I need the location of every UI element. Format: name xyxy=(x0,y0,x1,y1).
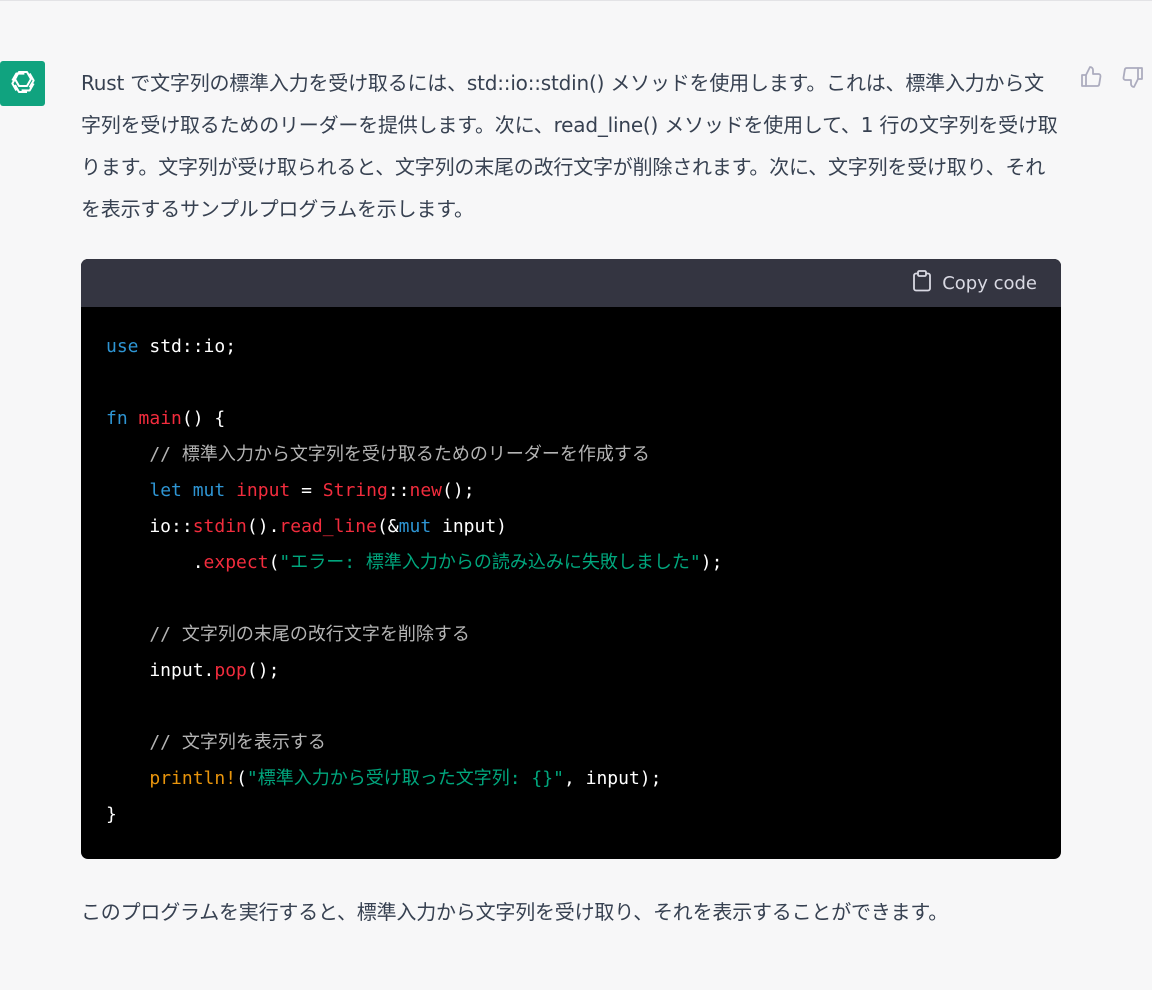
code-token: std::io; xyxy=(138,336,237,357)
code-line: } xyxy=(106,797,1036,833)
code-token: fn xyxy=(106,408,128,429)
code-line: ​ xyxy=(106,365,1036,401)
code-token: // 文字列を表示する xyxy=(106,732,326,753)
code-token: . xyxy=(106,552,204,573)
code-token: String xyxy=(322,480,388,501)
code-token: , input); xyxy=(563,768,662,789)
code-token: println! xyxy=(149,768,237,789)
code-token: input. xyxy=(106,660,215,681)
like-button[interactable] xyxy=(1078,66,1104,92)
code-token: "エラー: 標準入力からの読み込みに失敗しました" xyxy=(279,552,701,573)
code-line: .expect("エラー: 標準入力からの読み込みに失敗しました"); xyxy=(106,545,1036,581)
copy-code-button[interactable]: Copy code xyxy=(912,269,1037,297)
code-token: input) xyxy=(431,516,508,537)
code-token: = xyxy=(290,480,323,501)
code-token: input xyxy=(236,480,291,501)
code-line: fn main() { xyxy=(106,401,1036,437)
thumbs-down-icon xyxy=(1121,65,1145,93)
assistant-avatar xyxy=(0,61,45,106)
code-token: ( xyxy=(236,768,247,789)
assistant-message-footer: このプログラムを実行すると、標準入力から文字列を受け取り、それを表示することがで… xyxy=(81,900,948,924)
code-token: // 標準入力から文字列を受け取るためのリーダーを作成する xyxy=(106,444,650,465)
code-token: main xyxy=(138,408,182,429)
code-token: let xyxy=(149,480,182,501)
code-token: (); xyxy=(442,480,475,501)
thumbs-up-icon xyxy=(1079,65,1103,93)
code-line: // 文字列の末尾の改行文字を削除する xyxy=(106,617,1036,653)
assistant-message-text: Rust で文字列の標準入力を受け取るには、std::io::stdin() メ… xyxy=(81,71,1058,221)
code-token: (& xyxy=(376,516,399,537)
dislike-button[interactable] xyxy=(1120,66,1146,92)
code-line: use std::io; xyxy=(106,329,1036,365)
code-content: use std::io;​fn main() { // 標準入力から文字列を受け… xyxy=(81,307,1061,833)
code-line: io::stdin().read_line(&mut input) xyxy=(106,509,1036,545)
code-token: new xyxy=(409,480,443,501)
code-block-header: Copy code xyxy=(81,259,1061,307)
code-token: (). xyxy=(246,516,280,537)
code-line: ​ xyxy=(106,581,1036,617)
code-token: ); xyxy=(700,552,723,573)
code-token: pop xyxy=(214,660,247,681)
code-token: () { xyxy=(181,408,226,429)
code-token: mut xyxy=(192,480,226,501)
code-line: println!("標準入力から受け取った文字列: {}", input); xyxy=(106,761,1036,797)
code-token: use xyxy=(106,336,139,357)
code-token: } xyxy=(106,804,117,825)
code-line: // 文字列を表示する xyxy=(106,725,1036,761)
top-divider xyxy=(0,0,1152,1)
code-token: ( xyxy=(268,552,280,573)
code-token: read_line xyxy=(279,516,377,537)
code-line: ​ xyxy=(106,689,1036,725)
code-line: input.pop(); xyxy=(106,653,1036,689)
code-block: Copy code use std::io;​fn main() { // 標準… xyxy=(81,259,1061,859)
code-token: stdin xyxy=(192,516,247,537)
code-token: (); xyxy=(246,660,280,681)
code-token: expect xyxy=(203,552,269,573)
code-line: // 標準入力から文字列を受け取るためのリーダーを作成する xyxy=(106,437,1036,473)
code-token: io:: xyxy=(106,516,193,537)
code-token: :: xyxy=(387,480,410,501)
openai-logo-icon xyxy=(8,67,38,101)
code-token: "標準入力から受け取った文字列: {}" xyxy=(246,768,564,789)
clipboard-icon xyxy=(912,269,932,297)
code-token: mut xyxy=(398,516,432,537)
copy-code-label: Copy code xyxy=(942,272,1037,294)
code-token: // 文字列の末尾の改行文字を削除する xyxy=(106,624,470,645)
code-line: let mut input = String::new(); xyxy=(106,473,1036,509)
